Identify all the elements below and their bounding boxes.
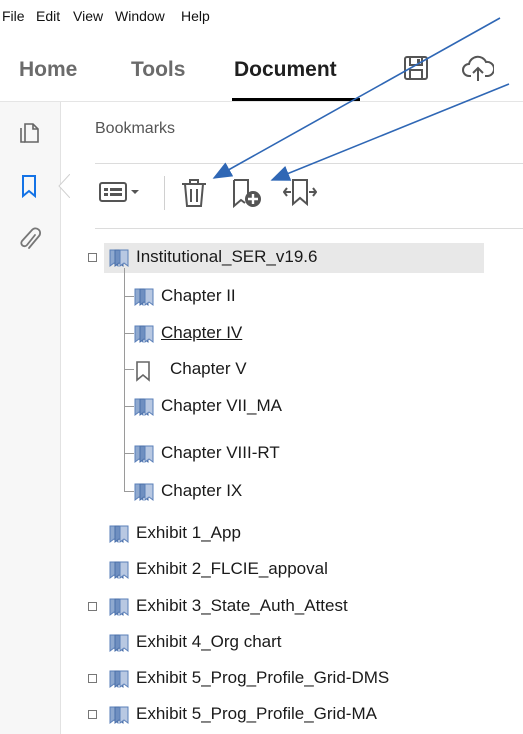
- bookmark-label: Chapter VIII-RT: [161, 443, 280, 462]
- bookmark-label: Chapter V: [170, 359, 247, 378]
- bookmark-tree-icon: [108, 597, 130, 622]
- cloud-upload-icon[interactable]: [462, 54, 496, 89]
- navigation-rail: [0, 102, 61, 734]
- tree-connector: [124, 491, 134, 492]
- tab-document[interactable]: Document: [234, 58, 337, 82]
- bookmark-label: Chapter IX: [161, 481, 243, 500]
- bookmark-row[interactable]: Exhibit 2_FLCIE_appoval: [108, 555, 523, 583]
- bookmark-row[interactable]: Institutional_SER_v19.6: [88, 243, 523, 273]
- bookmark-label: Exhibit 1_App: [136, 523, 241, 542]
- tab-divider: [0, 101, 523, 102]
- expand-current-bookmark-icon: [282, 179, 318, 207]
- expand-bookmark-button[interactable]: [282, 177, 318, 214]
- expand-toggle-icon[interactable]: [88, 710, 97, 719]
- tab-home[interactable]: Home: [19, 58, 77, 82]
- bookmark-label: Exhibit 5_Prog_Profile_Grid-MA: [136, 704, 377, 723]
- tab-tools[interactable]: Tools: [131, 58, 185, 82]
- tree-connector: [124, 406, 134, 407]
- bookmark-row[interactable]: Exhibit 1_App: [108, 519, 523, 547]
- options-menu-button[interactable]: [98, 177, 148, 212]
- bookmark-label: Chapter IV: [161, 323, 243, 342]
- bookmark-row[interactable]: Chapter V: [133, 355, 523, 383]
- bookmark-label: Exhibit 2_FLCIE_appoval: [136, 559, 328, 578]
- menu-view[interactable]: View: [73, 8, 103, 24]
- bookmark-tree-icon: [108, 669, 130, 694]
- panel-caret-icon: [58, 174, 70, 198]
- bookmark-label: Chapter VII_MA: [161, 396, 282, 415]
- menu-bar: File Edit View Window Help: [0, 0, 523, 32]
- panel-divider: [95, 163, 523, 164]
- bookmark-label: Chapter II: [161, 286, 236, 305]
- bookmark-label: Exhibit 3_State_Auth_Attest: [136, 596, 348, 615]
- menu-help[interactable]: Help: [181, 8, 210, 24]
- bookmark-row[interactable]: Chapter VIII-RT: [133, 439, 523, 467]
- bookmark-row[interactable]: Chapter IX: [133, 477, 523, 505]
- delete-bookmark-button[interactable]: [178, 177, 210, 214]
- tree-connector: [124, 268, 125, 492]
- menu-window[interactable]: Window: [115, 8, 165, 24]
- bookmark-empty-icon: [133, 360, 153, 387]
- bookmark-tree-icon: [133, 397, 155, 422]
- expand-toggle-icon[interactable]: [88, 602, 97, 611]
- bookmarks-icon[interactable]: [18, 174, 40, 203]
- bookmark-tree-icon: [133, 482, 155, 507]
- bookmark-tree-icon: [133, 287, 155, 312]
- menu-file[interactable]: File: [2, 8, 25, 24]
- bookmark-row[interactable]: Exhibit 5_Prog_Profile_Grid-DMS: [88, 664, 523, 694]
- bookmark-add-icon: [233, 179, 261, 209]
- new-bookmark-button[interactable]: [230, 177, 264, 214]
- trash-icon: [182, 179, 206, 207]
- tree-connector: [124, 453, 134, 454]
- attachments-icon[interactable]: [18, 226, 42, 257]
- bookmark-label: Exhibit 4_Org chart: [136, 632, 282, 651]
- bookmark-row[interactable]: Exhibit 4_Org chart: [108, 628, 523, 656]
- bookmark-tree-icon: [108, 524, 130, 549]
- bookmark-tree-icon: [133, 444, 155, 469]
- save-icon[interactable]: [402, 54, 430, 87]
- toolbar-separator: [164, 176, 165, 210]
- tree-connector: [124, 333, 134, 334]
- bookmark-label: Exhibit 5_Prog_Profile_Grid-DMS: [136, 668, 390, 687]
- tab-bar: Home Tools Document: [0, 40, 523, 102]
- bookmark-tree-icon: [108, 560, 130, 585]
- page-thumbnails-icon[interactable]: [18, 120, 40, 149]
- bookmark-tree-icon: [108, 705, 130, 730]
- bookmark-row[interactable]: Exhibit 3_State_Auth_Attest: [88, 592, 523, 622]
- tree-connector: [124, 369, 134, 370]
- menu-edit[interactable]: Edit: [36, 8, 60, 24]
- bookmark-row[interactable]: Chapter IV: [133, 319, 523, 347]
- panel-title: Bookmarks: [95, 120, 176, 137]
- bookmark-row[interactable]: Exhibit 5_Prog_Profile_Grid-MA: [88, 700, 523, 730]
- expand-toggle-icon[interactable]: [88, 674, 97, 683]
- bookmark-tree-icon: [108, 633, 130, 658]
- bookmark-label: Institutional_SER_v19.6: [136, 247, 318, 266]
- bookmark-tree-icon: [108, 248, 130, 273]
- tree-connector: [124, 296, 134, 297]
- bookmark-row[interactable]: Chapter VII_MA: [133, 392, 523, 420]
- bookmark-tree-icon: [133, 324, 155, 349]
- toolbar-divider: [95, 228, 523, 229]
- bookmark-row[interactable]: Chapter II: [133, 282, 523, 310]
- expand-toggle-icon[interactable]: [88, 253, 97, 262]
